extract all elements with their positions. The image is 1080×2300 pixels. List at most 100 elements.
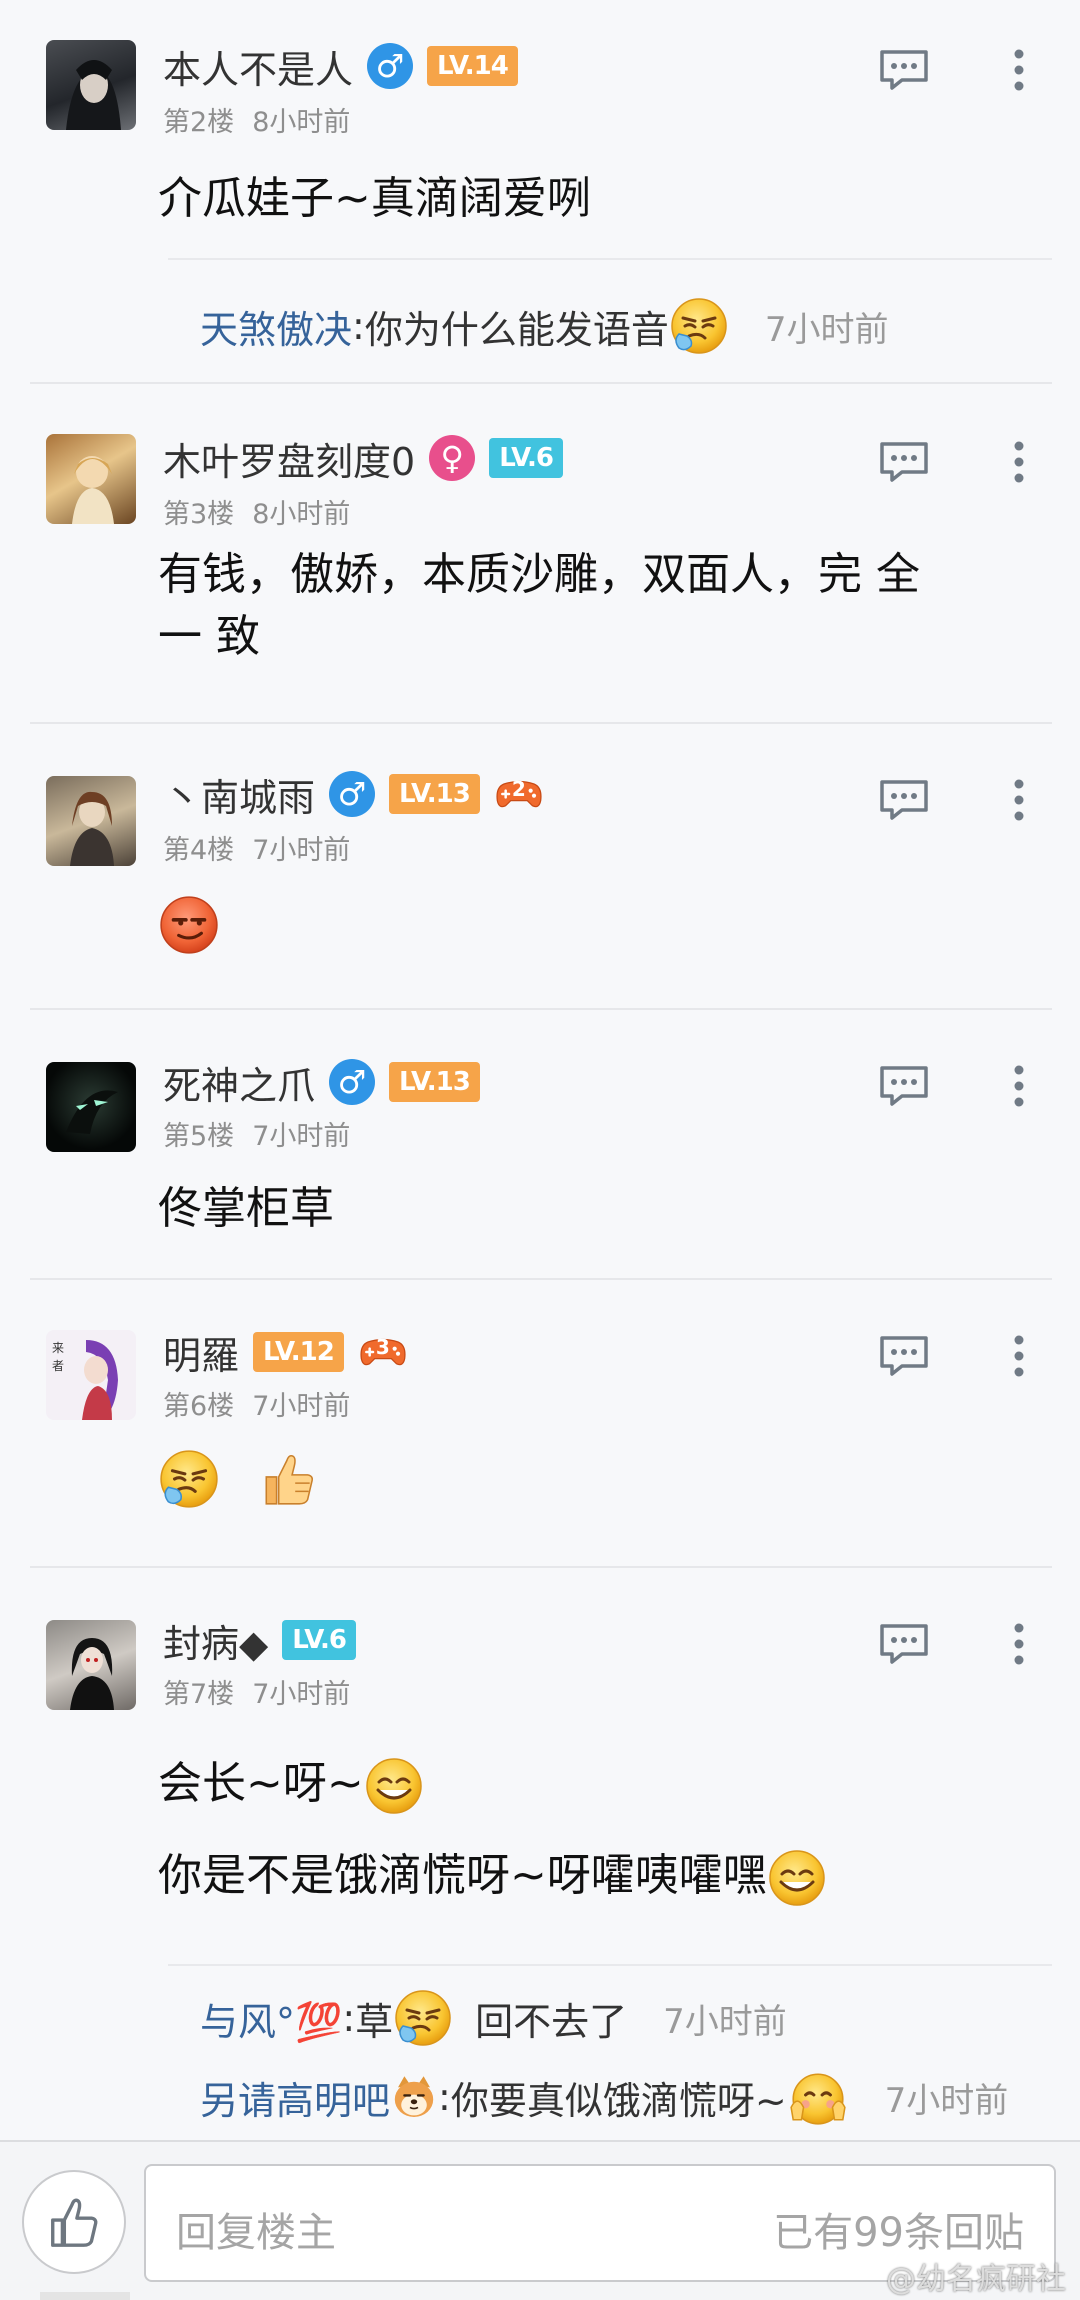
sub-reply-author[interactable]: 天煞傲决 [200,299,352,354]
floor-number: 第5楼 [163,1121,235,1152]
post-header: 木叶罗盘刻度0 ♀ LV.6 [163,430,563,486]
smug-emoji-icon [158,894,220,956]
floor-number: 第7楼 [163,1679,235,1710]
username[interactable]: 丶南城雨 [163,767,315,822]
sub-reply-text: 你为什么能发语音 [364,307,669,352]
gamepad-badge-icon: 2 [494,777,544,811]
reply-comment-icon[interactable] [878,440,930,484]
sneeze-emoji-icon [669,296,729,356]
sub-reply-text: 草 [355,1999,394,2044]
floor-post-5: 死神之爪 ♂ LV.13 第5楼 7小时前 佟掌柜草 [30,1010,1052,1280]
floor-info: 第6楼 7小时前 [163,1384,350,1423]
floor-post-4: 丶南城雨 ♂ LV.13 2 第4楼 7小时前 [30,724,1052,1010]
sneeze-emoji-icon [393,1988,453,2048]
floor-post-6: 来者 明羅 LV.12 3 第6楼 7小时前 [30,1280,1052,1568]
sub-reply-author[interactable]: 另请高明吧 [200,2070,390,2125]
more-options-icon[interactable] [1012,1064,1026,1108]
male-icon: ♂ [367,43,414,89]
svg-text:者: 者 [52,1359,64,1373]
sub-reply-author[interactable]: 与风°💯 [200,1991,342,2046]
avatar[interactable] [46,40,136,130]
reply-comment-icon[interactable] [878,1622,930,1666]
thumbs-up-emoji-icon [258,1448,320,1510]
post-header: 死神之爪 ♂ LV.13 [163,1054,480,1110]
post-content [158,1446,1012,1510]
level-badge: LV.13 [389,1062,480,1102]
sub-replies: 与风°💯: 草 回不去了 7小时前 另请高明吧 : 你要真似饿滴慌呀~ 7小时前 [168,1964,1052,2140]
sub-reply-text: 回不去了 [475,1999,628,2044]
svg-text:来: 来 [52,1341,64,1355]
post-content: 有钱，傲娇，本质沙雕，双面人，完 全 一 致 [158,544,1012,668]
next-post-peek [40,2292,130,2300]
like-button[interactable] [22,2170,126,2274]
content-line: 会长~呀~ [158,1738,1012,1830]
reply-comment-icon[interactable] [878,1064,930,1108]
thumbs-up-icon [51,2198,98,2247]
sub-reply-item[interactable]: 另请高明吧 : 你要真似饿滴慌呀~ 7小时前 [200,2066,1008,2128]
avatar[interactable] [46,434,136,524]
sub-replies: 天煞傲决: 你为什么能发语音 7小时前 [168,258,1052,384]
more-options-icon[interactable] [1012,1334,1026,1378]
sub-reply-separator: : [352,304,365,348]
content-line: 有钱，傲娇，本质沙雕，双面人，完 全 [158,549,920,600]
avatar[interactable] [46,776,136,866]
sub-reply-item[interactable]: 天煞傲决: 你为什么能发语音 7小时前 [200,296,888,356]
doge-emoji-icon [390,2073,438,2121]
avatar[interactable] [46,1062,136,1152]
bottom-reply-bar: 回复楼主 已有99条回贴 @幼名疯研社 [0,2140,1080,2300]
gamepad-badge-number: 2 [511,777,526,801]
post-time: 7小时前 [252,1679,351,1710]
reply-comment-icon[interactable] [878,48,930,92]
avatar[interactable]: 来者 [46,1330,136,1420]
floor-info: 第5楼 7小时前 [163,1114,350,1153]
username[interactable]: 死神之爪 [163,1055,315,1110]
username[interactable]: 木叶罗盘刻度0 [163,431,415,486]
floor-number: 第2楼 [163,107,235,138]
sub-reply-time: 7小时前 [764,309,889,350]
post-header: 丶南城雨 ♂ LV.13 2 [163,766,544,822]
grin-emoji-icon [364,1756,424,1816]
reply-comment-icon[interactable] [878,778,930,822]
post-header: 封病◆ LV.6 [163,1612,356,1668]
floor-post-3: 木叶罗盘刻度0 ♀ LV.6 第3楼 8小时前 有钱，傲娇，本质沙雕，双面人，完 … [30,384,1052,724]
sneeze-emoji-icon [158,1448,220,1510]
sub-reply-time: 7小时前 [663,2001,787,2042]
female-icon: ♀ [429,435,476,481]
sub-reply-separator: : [342,1996,356,2040]
more-options-icon[interactable] [1012,48,1026,92]
floor-number: 第6楼 [163,1391,235,1422]
post-header: 本人不是人 ♂ LV.14 [163,38,518,94]
post-content: 介瓜娃子~真滴阔爱咧 [158,173,591,224]
avatar[interactable] [46,1620,136,1710]
cheer-emoji-icon [787,2066,849,2128]
post-time: 8小时前 [252,107,351,138]
more-options-icon[interactable] [1012,1622,1026,1666]
level-badge: LV.6 [489,438,563,478]
level-badge: LV.12 [253,1332,344,1372]
level-badge: LV.13 [389,774,480,814]
male-icon: ♂ [329,1059,376,1105]
sub-reply-separator: : [438,2075,451,2119]
floor-info: 第7楼 7小时前 [163,1672,350,1711]
post-time: 7小时前 [252,835,351,866]
post-content: 会长~呀~ 你是不是饿滴慌呀~呀嚯咦嚯嘿 [158,1738,1012,1922]
content-text: 会长~呀~ [158,1758,364,1809]
more-options-icon[interactable] [1012,778,1026,822]
gamepad-badge-number: 3 [375,1335,390,1359]
username[interactable]: 本人不是人 [163,39,353,94]
male-icon: ♂ [329,771,376,817]
floor-info: 第3楼 8小时前 [163,492,350,531]
grin-emoji-icon [767,1848,827,1908]
reply-feed[interactable]: 本人不是人 ♂ LV.14 第2楼 8小时前 介瓜娃子~真滴阔爱咧 天煞傲决: 你为… [0,0,1080,2140]
content-line: 你是不是饿滴慌呀~呀嚯咦嚯嘿 [158,1830,1012,1922]
sub-reply-text: 你要真似饿滴慌呀~ [450,2078,787,2123]
sub-reply-item[interactable]: 与风°💯: 草 回不去了 7小时前 [200,1988,787,2048]
more-options-icon[interactable] [1012,440,1026,484]
username[interactable]: 明羅 [163,1325,239,1380]
username[interactable]: 封病◆ [163,1613,268,1668]
post-content [158,892,1012,956]
reply-comment-icon[interactable] [878,1334,930,1378]
floor-post-2: 本人不是人 ♂ LV.14 第2楼 8小时前 介瓜娃子~真滴阔爱咧 天煞傲决: 你为… [30,0,1052,384]
post-time: 7小时前 [252,1391,351,1422]
post-time: 8小时前 [252,499,351,530]
